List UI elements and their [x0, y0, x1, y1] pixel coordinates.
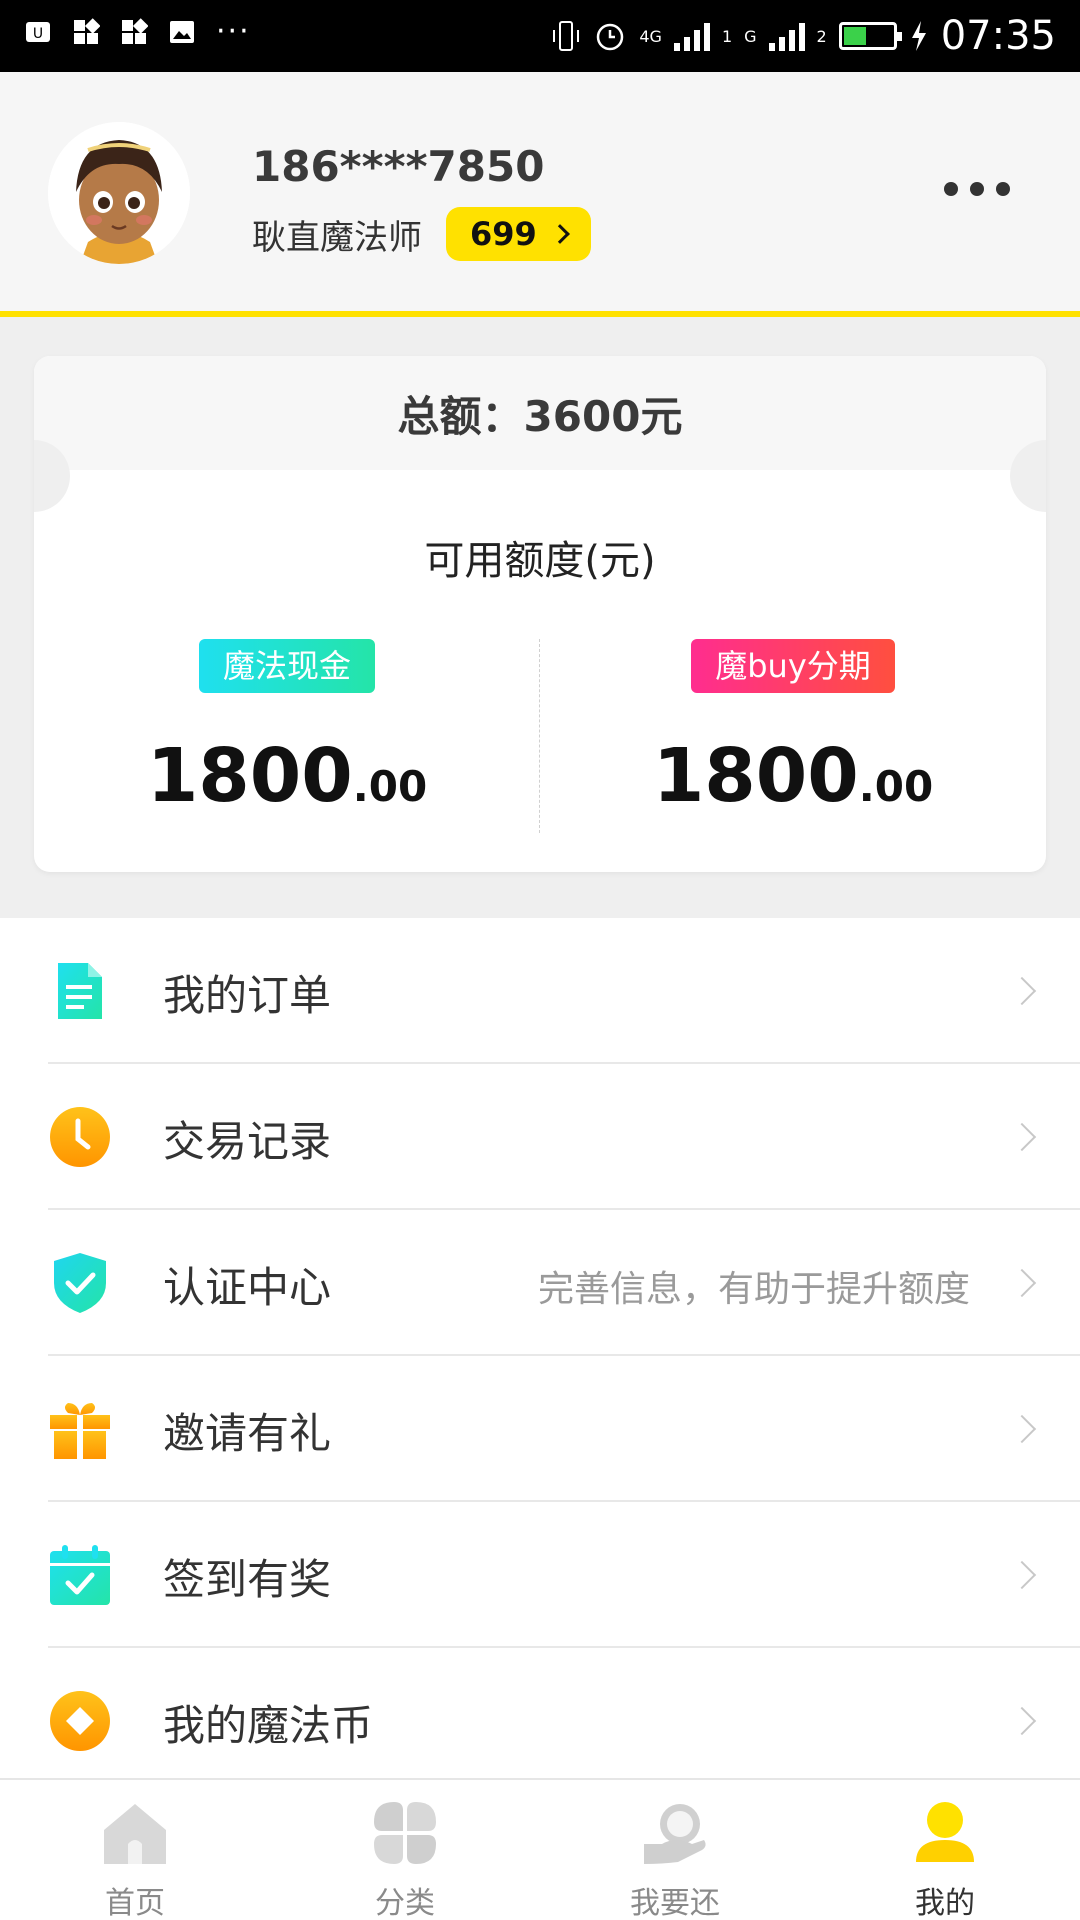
total-header: 总额：3600元 — [34, 356, 1046, 470]
menu-item-verification[interactable]: 认证中心 完善信息，有助于提升额度 — [0, 1210, 1080, 1356]
chevron-right-icon — [1007, 976, 1037, 1006]
signal-icon-2 — [768, 21, 805, 51]
total-amount: 总额：3600元 — [397, 391, 683, 441]
bottom-navigation: 首页 分类 我要还 我的 — [0, 1778, 1080, 1920]
sim-2-label: 2 — [816, 26, 827, 46]
category-icon — [374, 1802, 436, 1864]
overflow-dots: ··· — [216, 14, 251, 49]
status-bar: U ··· 4G 1 G 2 07:35 — [0, 0, 1080, 72]
grid-notification-icon — [74, 18, 100, 44]
installment-amount: 1800.00 — [540, 733, 1046, 819]
avatar-character-icon — [48, 122, 190, 264]
chevron-right-icon — [1007, 1414, 1037, 1444]
tab-label: 首页 — [105, 1886, 165, 1920]
vibrate-icon — [553, 21, 580, 51]
cash-amount-integer: 1800 — [146, 733, 353, 819]
tab-category[interactable]: 分类 — [270, 1780, 540, 1920]
avatar[interactable] — [48, 122, 190, 264]
app-notification-icon: U — [26, 22, 50, 42]
coin-icon — [50, 1691, 110, 1751]
calendar-check-icon — [50, 1545, 110, 1605]
menu-label: 签到有奖 — [163, 1555, 332, 1604]
alarm-icon — [597, 23, 624, 51]
profile-header: 186****7850 耿直魔法师 699 — [0, 72, 1080, 317]
tab-mine[interactable]: 我的 — [810, 1780, 1080, 1920]
profile-icon — [916, 1802, 974, 1862]
menu-item-checkin[interactable]: 签到有奖 — [0, 1502, 1080, 1648]
network-type-1: 4G — [639, 26, 662, 46]
battery-icon — [838, 22, 902, 50]
tab-home[interactable]: 首页 — [0, 1780, 270, 1920]
chevron-right-icon — [549, 224, 570, 244]
cash-tag: 魔法现金 — [198, 639, 375, 693]
svg-text:U: U — [33, 26, 43, 42]
phone-number: 186****7850 — [252, 142, 545, 191]
installment-tag: 魔buy分期 — [691, 639, 895, 693]
cash-amount: 1800.00 — [34, 733, 540, 819]
menu-list: 我的订单 交易记录 认证中心 完善信息，有助于提升额度 邀请有礼 签到有奖 我的… — [0, 918, 1080, 1778]
chevron-right-icon — [1007, 1122, 1037, 1152]
chevron-right-icon — [1007, 1560, 1037, 1590]
score-badge[interactable]: 699 — [446, 207, 591, 261]
chevron-right-icon — [1007, 1706, 1037, 1736]
installment-limit[interactable]: 魔buy分期 1800.00 — [540, 639, 1046, 819]
chevron-right-icon — [1007, 1268, 1037, 1298]
shield-check-icon — [54, 1253, 106, 1313]
menu-label: 认证中心 — [163, 1263, 332, 1312]
cash-limit[interactable]: 魔法现金 1800.00 — [34, 639, 540, 819]
grid-notification-icon-2 — [122, 18, 148, 44]
sim-1-label: 1 — [721, 26, 733, 46]
user-rank-title: 耿直魔法师 — [252, 217, 422, 258]
menu-item-transactions[interactable]: 交易记录 — [0, 1064, 1080, 1210]
network-type-2: G — [744, 26, 757, 46]
tab-label: 我要还 — [630, 1886, 720, 1920]
menu-label: 邀请有礼 — [163, 1409, 332, 1458]
menu-label: 我的订单 — [163, 971, 332, 1020]
gift-icon — [50, 1403, 110, 1459]
menu-item-invite[interactable]: 邀请有礼 — [0, 1356, 1080, 1502]
menu-label: 交易记录 — [163, 1117, 332, 1166]
tab-repay[interactable]: 我要还 — [540, 1780, 810, 1920]
more-dot-icon — [944, 182, 958, 196]
menu-label: 我的魔法币 — [163, 1701, 374, 1750]
document-icon — [58, 963, 102, 1019]
more-options-button[interactable] — [944, 182, 1010, 196]
more-dot-icon — [996, 182, 1010, 196]
cash-amount-decimal: .00 — [352, 762, 428, 811]
charging-icon — [911, 21, 926, 51]
menu-item-orders[interactable]: 我的订单 — [0, 918, 1080, 1064]
tab-label: 分类 — [375, 1886, 435, 1920]
credit-card: 总额：3600元 可用额度(元) 魔法现金 1800.00 魔buy分期 180… — [34, 356, 1046, 872]
score-value: 699 — [470, 215, 537, 253]
available-limit-title: 可用额度(元) — [424, 538, 656, 584]
menu-hint: 完善信息，有助于提升额度 — [537, 1269, 970, 1310]
more-dot-icon — [970, 182, 984, 196]
home-icon — [104, 1804, 166, 1864]
installment-amount-integer: 1800 — [652, 733, 859, 819]
tab-label: 我的 — [915, 1886, 975, 1920]
clock: 07:35 — [940, 13, 1056, 59]
repay-icon — [644, 1804, 706, 1864]
image-notification-icon — [170, 21, 194, 43]
signal-icon-1 — [673, 21, 710, 51]
installment-amount-decimal: .00 — [858, 762, 934, 811]
menu-item-magic-coins[interactable]: 我的魔法币 — [0, 1648, 1080, 1794]
clock-icon — [50, 1107, 110, 1167]
